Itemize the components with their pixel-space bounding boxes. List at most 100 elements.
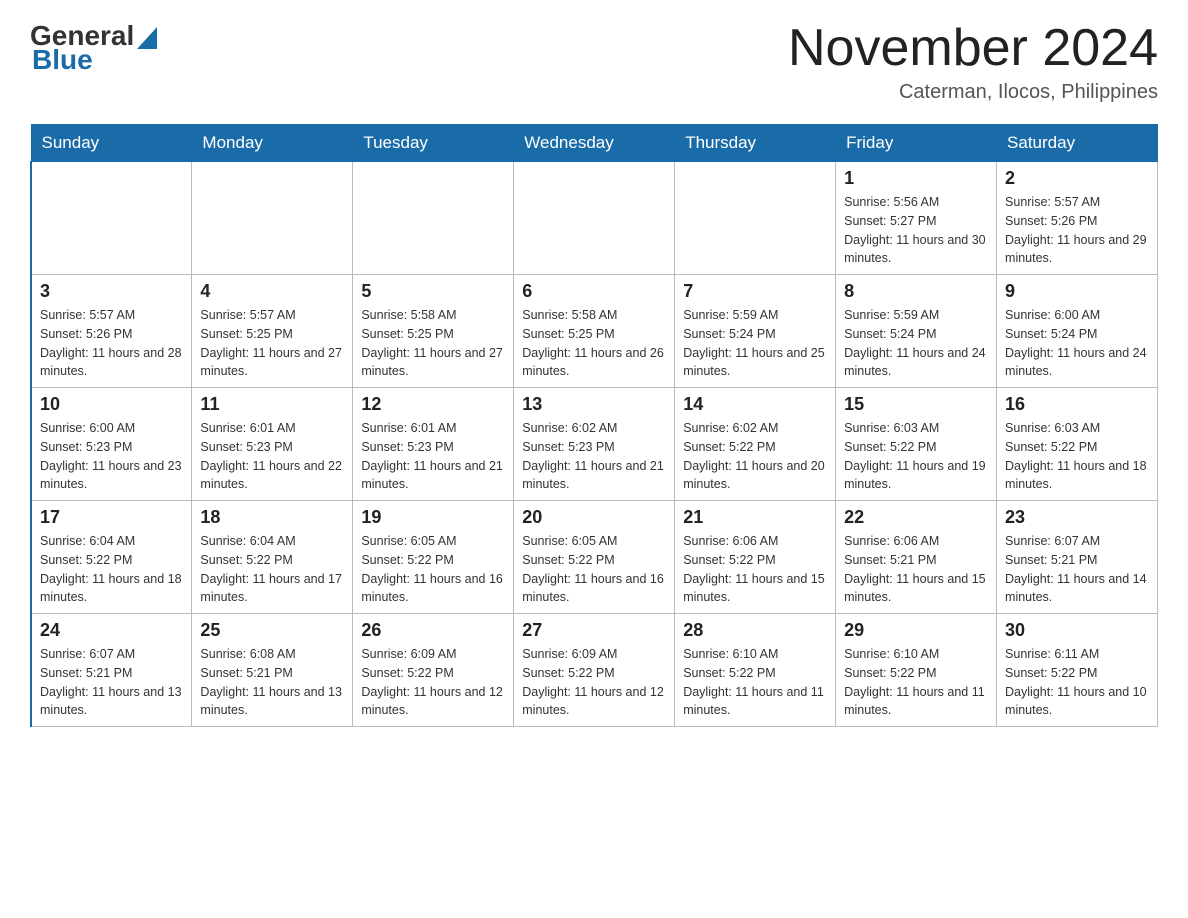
calendar-cell-w5-d4: 27 Sunrise: 6:09 AMSunset: 5:22 PMDaylig… (514, 614, 675, 727)
day-info: Sunrise: 6:00 AMSunset: 5:24 PMDaylight:… (1005, 306, 1149, 381)
location-text: Caterman, Ilocos, Philippines (788, 81, 1158, 104)
col-monday: Monday (192, 125, 353, 162)
day-info: Sunrise: 6:02 AMSunset: 5:23 PMDaylight:… (522, 419, 666, 494)
day-number: 1 (844, 168, 988, 189)
day-number: 11 (200, 394, 344, 415)
calendar-cell-w1-d1 (31, 162, 192, 275)
calendar-cell-w5-d2: 25 Sunrise: 6:08 AMSunset: 5:21 PMDaylig… (192, 614, 353, 727)
calendar-cell-w2-d2: 4 Sunrise: 5:57 AMSunset: 5:25 PMDayligh… (192, 275, 353, 388)
day-info: Sunrise: 6:06 AMSunset: 5:22 PMDaylight:… (683, 532, 827, 607)
calendar-cell-w1-d4 (514, 162, 675, 275)
calendar-cell-w4-d4: 20 Sunrise: 6:05 AMSunset: 5:22 PMDaylig… (514, 501, 675, 614)
day-number: 14 (683, 394, 827, 415)
day-number: 30 (1005, 620, 1149, 641)
calendar-cell-w3-d5: 14 Sunrise: 6:02 AMSunset: 5:22 PMDaylig… (675, 388, 836, 501)
day-number: 15 (844, 394, 988, 415)
calendar-cell-w1-d3 (353, 162, 514, 275)
day-number: 23 (1005, 507, 1149, 528)
day-info: Sunrise: 5:57 AMSunset: 5:26 PMDaylight:… (40, 306, 183, 381)
day-number: 24 (40, 620, 183, 641)
day-number: 17 (40, 507, 183, 528)
calendar-week-1: 1 Sunrise: 5:56 AMSunset: 5:27 PMDayligh… (31, 162, 1158, 275)
calendar-cell-w1-d2 (192, 162, 353, 275)
calendar-cell-w4-d5: 21 Sunrise: 6:06 AMSunset: 5:22 PMDaylig… (675, 501, 836, 614)
day-number: 3 (40, 281, 183, 302)
day-info: Sunrise: 6:11 AMSunset: 5:22 PMDaylight:… (1005, 645, 1149, 720)
calendar-cell-w2-d1: 3 Sunrise: 5:57 AMSunset: 5:26 PMDayligh… (31, 275, 192, 388)
calendar-cell-w4-d7: 23 Sunrise: 6:07 AMSunset: 5:21 PMDaylig… (997, 501, 1158, 614)
calendar-cell-w4-d3: 19 Sunrise: 6:05 AMSunset: 5:22 PMDaylig… (353, 501, 514, 614)
col-thursday: Thursday (675, 125, 836, 162)
calendar-cell-w5-d5: 28 Sunrise: 6:10 AMSunset: 5:22 PMDaylig… (675, 614, 836, 727)
day-number: 16 (1005, 394, 1149, 415)
day-info: Sunrise: 6:03 AMSunset: 5:22 PMDaylight:… (844, 419, 988, 494)
day-info: Sunrise: 6:01 AMSunset: 5:23 PMDaylight:… (200, 419, 344, 494)
day-info: Sunrise: 5:59 AMSunset: 5:24 PMDaylight:… (844, 306, 988, 381)
day-info: Sunrise: 6:07 AMSunset: 5:21 PMDaylight:… (40, 645, 183, 720)
calendar-cell-w5-d6: 29 Sunrise: 6:10 AMSunset: 5:22 PMDaylig… (836, 614, 997, 727)
calendar-cell-w3-d7: 16 Sunrise: 6:03 AMSunset: 5:22 PMDaylig… (997, 388, 1158, 501)
day-info: Sunrise: 5:58 AMSunset: 5:25 PMDaylight:… (361, 306, 505, 381)
day-info: Sunrise: 6:10 AMSunset: 5:22 PMDaylight:… (683, 645, 827, 720)
day-number: 6 (522, 281, 666, 302)
calendar-week-5: 24 Sunrise: 6:07 AMSunset: 5:21 PMDaylig… (31, 614, 1158, 727)
day-number: 9 (1005, 281, 1149, 302)
calendar-cell-w1-d7: 2 Sunrise: 5:57 AMSunset: 5:26 PMDayligh… (997, 162, 1158, 275)
day-number: 26 (361, 620, 505, 641)
day-info: Sunrise: 6:08 AMSunset: 5:21 PMDaylight:… (200, 645, 344, 720)
day-number: 12 (361, 394, 505, 415)
day-info: Sunrise: 5:58 AMSunset: 5:25 PMDaylight:… (522, 306, 666, 381)
calendar-cell-w3-d6: 15 Sunrise: 6:03 AMSunset: 5:22 PMDaylig… (836, 388, 997, 501)
logo: General Blue (30, 20, 157, 76)
page-header: General Blue November 2024 Caterman, Ilo… (30, 20, 1158, 104)
day-number: 22 (844, 507, 988, 528)
day-number: 20 (522, 507, 666, 528)
day-number: 5 (361, 281, 505, 302)
calendar-cell-w2-d3: 5 Sunrise: 5:58 AMSunset: 5:25 PMDayligh… (353, 275, 514, 388)
col-wednesday: Wednesday (514, 125, 675, 162)
calendar-cell-w5-d3: 26 Sunrise: 6:09 AMSunset: 5:22 PMDaylig… (353, 614, 514, 727)
day-info: Sunrise: 5:59 AMSunset: 5:24 PMDaylight:… (683, 306, 827, 381)
calendar-cell-w1-d6: 1 Sunrise: 5:56 AMSunset: 5:27 PMDayligh… (836, 162, 997, 275)
day-number: 7 (683, 281, 827, 302)
calendar-cell-w2-d5: 7 Sunrise: 5:59 AMSunset: 5:24 PMDayligh… (675, 275, 836, 388)
calendar-cell-w3-d2: 11 Sunrise: 6:01 AMSunset: 5:23 PMDaylig… (192, 388, 353, 501)
col-sunday: Sunday (31, 125, 192, 162)
day-number: 28 (683, 620, 827, 641)
calendar-cell-w4-d1: 17 Sunrise: 6:04 AMSunset: 5:22 PMDaylig… (31, 501, 192, 614)
title-section: November 2024 Caterman, Ilocos, Philippi… (788, 20, 1158, 104)
col-tuesday: Tuesday (353, 125, 514, 162)
logo-text-blue: Blue (32, 44, 93, 76)
day-info: Sunrise: 6:10 AMSunset: 5:22 PMDaylight:… (844, 645, 988, 720)
day-number: 4 (200, 281, 344, 302)
calendar-cell-w3-d4: 13 Sunrise: 6:02 AMSunset: 5:23 PMDaylig… (514, 388, 675, 501)
day-info: Sunrise: 5:57 AMSunset: 5:26 PMDaylight:… (1005, 193, 1149, 268)
col-friday: Friday (836, 125, 997, 162)
day-number: 8 (844, 281, 988, 302)
calendar-cell-w1-d5 (675, 162, 836, 275)
day-info: Sunrise: 5:57 AMSunset: 5:25 PMDaylight:… (200, 306, 344, 381)
calendar-cell-w2-d6: 8 Sunrise: 5:59 AMSunset: 5:24 PMDayligh… (836, 275, 997, 388)
calendar-cell-w2-d7: 9 Sunrise: 6:00 AMSunset: 5:24 PMDayligh… (997, 275, 1158, 388)
day-info: Sunrise: 6:09 AMSunset: 5:22 PMDaylight:… (522, 645, 666, 720)
day-info: Sunrise: 6:04 AMSunset: 5:22 PMDaylight:… (40, 532, 183, 607)
calendar-week-2: 3 Sunrise: 5:57 AMSunset: 5:26 PMDayligh… (31, 275, 1158, 388)
day-number: 19 (361, 507, 505, 528)
day-info: Sunrise: 6:04 AMSunset: 5:22 PMDaylight:… (200, 532, 344, 607)
calendar-header-row: Sunday Monday Tuesday Wednesday Thursday… (31, 125, 1158, 162)
calendar-cell-w4-d6: 22 Sunrise: 6:06 AMSunset: 5:21 PMDaylig… (836, 501, 997, 614)
day-info: Sunrise: 6:06 AMSunset: 5:21 PMDaylight:… (844, 532, 988, 607)
day-number: 10 (40, 394, 183, 415)
day-number: 18 (200, 507, 344, 528)
calendar-cell-w3-d3: 12 Sunrise: 6:01 AMSunset: 5:23 PMDaylig… (353, 388, 514, 501)
day-info: Sunrise: 6:03 AMSunset: 5:22 PMDaylight:… (1005, 419, 1149, 494)
day-info: Sunrise: 6:05 AMSunset: 5:22 PMDaylight:… (361, 532, 505, 607)
day-number: 29 (844, 620, 988, 641)
day-info: Sunrise: 6:09 AMSunset: 5:22 PMDaylight:… (361, 645, 505, 720)
calendar-cell-w3-d1: 10 Sunrise: 6:00 AMSunset: 5:23 PMDaylig… (31, 388, 192, 501)
month-title: November 2024 (788, 20, 1158, 77)
col-saturday: Saturday (997, 125, 1158, 162)
day-info: Sunrise: 6:02 AMSunset: 5:22 PMDaylight:… (683, 419, 827, 494)
calendar-table: Sunday Monday Tuesday Wednesday Thursday… (30, 124, 1158, 727)
day-number: 13 (522, 394, 666, 415)
